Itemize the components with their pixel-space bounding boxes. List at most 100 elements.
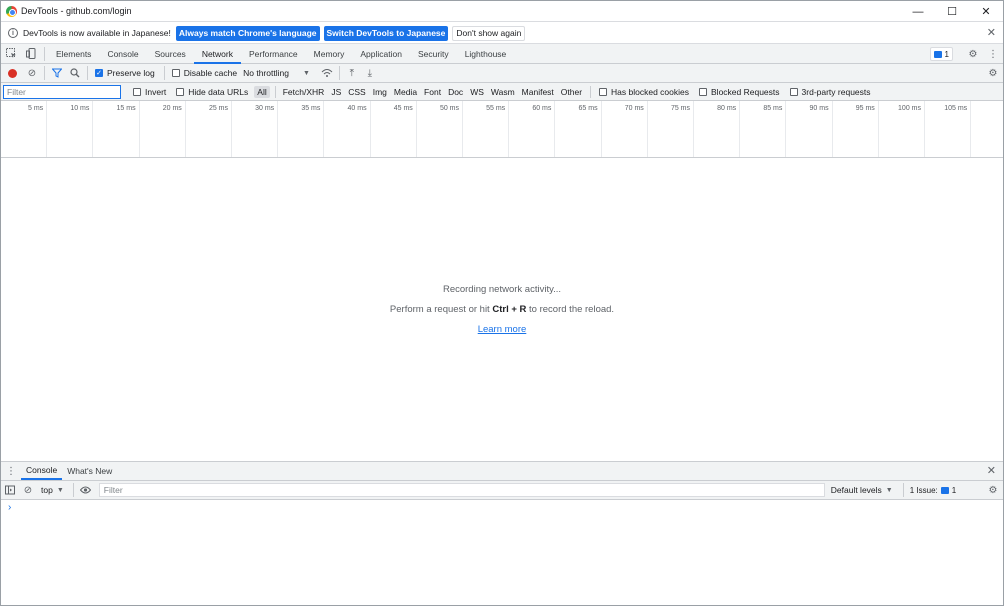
minimize-button[interactable]: — [901, 1, 935, 22]
clear-icon[interactable]: ⊘ [23, 64, 41, 82]
type-filter-font[interactable]: Font [421, 86, 444, 98]
type-filter-doc[interactable]: Doc [445, 86, 466, 98]
chevron-down-icon: ▼ [885, 486, 893, 494]
third-party-requests-label: 3rd-party requests [801, 86, 871, 97]
tab-security[interactable]: Security [410, 44, 457, 64]
timeline-tick: 11 [1, 101, 1003, 157]
language-infobar: i DevTools is now available in Japanese!… [1, 23, 1003, 44]
toolbar-separator [163, 66, 165, 80]
network-overview-timeline[interactable]: 5 ms 10 ms 15 ms 20 ms 25 ms 30 ms 35 ms 40 ms 4… [1, 101, 1003, 158]
type-filter-manifest[interactable]: Manifest [519, 86, 557, 98]
reload-hint-prefix: Perform a request or hit [389, 304, 493, 315]
live-expression-eye-icon[interactable] [77, 481, 95, 499]
checkbox-icon [176, 87, 185, 96]
console-output[interactable]: › [1, 500, 1003, 605]
network-settings-gear-icon[interactable]: ⚙ [983, 64, 1003, 83]
type-filter-other[interactable]: Other [558, 86, 585, 98]
issue-flag-icon [933, 50, 942, 58]
device-toolbar-icon[interactable] [21, 44, 41, 64]
dont-show-again-button[interactable]: Don't show again [452, 25, 526, 41]
disable-cache-checkbox[interactable]: Disable cache [171, 68, 237, 78]
more-options-icon[interactable]: ⋮ [983, 44, 1003, 64]
console-issues-button[interactable]: 1 Issue: 1 [902, 483, 957, 497]
window-title: DevTools - github.com/login [21, 6, 132, 16]
console-toolbar: ⊘ top ▼ Filter Default levels ▼ 1 Issue:… [1, 481, 1003, 500]
inspect-element-icon[interactable] [1, 44, 21, 64]
issues-count: 1 [944, 49, 949, 59]
network-filter-input[interactable]: Filter [3, 84, 121, 99]
chevron-down-icon: ▼ [302, 69, 310, 77]
import-har-icon[interactable]: ⤒ [343, 64, 361, 82]
drawer-close-icon[interactable]: ✕ [987, 464, 996, 477]
drawer-tab-console[interactable]: Console [21, 462, 63, 480]
toolbar-separator [72, 483, 74, 497]
export-har-icon[interactable]: ⤓ [361, 64, 379, 82]
filter-separator [590, 85, 592, 98]
tab-sources[interactable]: Sources [147, 44, 194, 64]
drawer-tabs-bar: ⋮ Console What's New ✕ [1, 461, 1003, 481]
throttling-select[interactable]: No throttling ▼ [243, 68, 310, 78]
issues-counter-button[interactable]: 1 [929, 47, 953, 61]
type-filter-ws[interactable]: WS [467, 86, 487, 98]
clear-console-icon[interactable]: ⊘ [19, 481, 37, 499]
throttling-value: No throttling [243, 68, 289, 78]
tab-network[interactable]: Network [193, 44, 241, 64]
window-controls: — ☐ ✕ [901, 1, 1003, 22]
console-prompt-icon[interactable]: › [8, 502, 11, 513]
console-issues-label: 1 Issue: [909, 485, 938, 495]
recording-message: Recording network activity... [442, 284, 562, 295]
search-icon[interactable] [66, 64, 84, 82]
tabs-separator [44, 46, 45, 61]
console-issues-count: 1 [951, 485, 957, 495]
tab-lighthouse[interactable]: Lighthouse [457, 44, 515, 64]
invert-checkbox[interactable]: Invert [133, 87, 166, 97]
record-icon[interactable] [8, 68, 17, 78]
console-filter-input[interactable]: Filter [98, 483, 825, 497]
console-sidebar-icon[interactable] [1, 481, 19, 499]
type-filter-css[interactable]: CSS [345, 86, 368, 98]
javascript-context-select[interactable]: top ▼ [41, 485, 64, 495]
has-blocked-cookies-checkbox[interactable]: Has blocked cookies [599, 87, 689, 97]
network-conditions-icon[interactable] [318, 64, 336, 82]
preserve-log-checkbox[interactable]: ✓ Preserve log [95, 68, 155, 78]
tab-memory[interactable]: Memory [306, 44, 353, 64]
filter-funnel-icon[interactable] [48, 64, 66, 82]
checkbox-checked-icon: ✓ [95, 69, 103, 77]
drawer-menu-icon[interactable]: ⋮ [1, 461, 21, 481]
type-filter-media[interactable]: Media [391, 86, 420, 98]
infobar-close-icon[interactable]: ✕ [987, 26, 996, 39]
tab-elements[interactable]: Elements [48, 44, 99, 64]
preserve-log-label: Preserve log [107, 68, 155, 78]
learn-more-link[interactable]: Learn more [478, 324, 527, 335]
type-filter-wasm[interactable]: Wasm [488, 86, 518, 98]
blocked-requests-checkbox[interactable]: Blocked Requests [699, 87, 780, 97]
network-filter-bar: Filter Invert Hide data URLs All Fetch/X… [1, 83, 1003, 101]
tab-performance[interactable]: Performance [241, 44, 306, 64]
infobar-message: DevTools is now available in Japanese! [23, 28, 171, 38]
learn-more-row: Learn more [1, 324, 1003, 335]
type-filter-img[interactable]: Img [370, 86, 390, 98]
switch-to-japanese-button[interactable]: Switch DevTools to Japanese [323, 25, 449, 41]
type-filter-js[interactable]: JS [328, 86, 344, 98]
checkbox-icon [599, 87, 608, 96]
type-filter-all[interactable]: All [254, 85, 270, 98]
reload-hint: Perform a request or hit Ctrl + R to rec… [1, 304, 1003, 315]
console-settings-gear-icon[interactable]: ⚙ [983, 481, 1003, 500]
toolbar-separator [87, 66, 88, 80]
type-filter-fetch-xhr[interactable]: Fetch/XHR [280, 86, 328, 98]
settings-gear-icon[interactable]: ⚙ [963, 44, 983, 64]
reload-shortcut: Ctrl + R [492, 304, 527, 315]
maximize-button[interactable]: ☐ [935, 1, 969, 22]
tab-console[interactable]: Console [99, 44, 146, 64]
filter-separator [274, 85, 276, 98]
tab-application[interactable]: Application [352, 44, 410, 64]
close-button[interactable]: ✕ [969, 1, 1003, 22]
always-match-language-button[interactable]: Always match Chrome's language [175, 25, 320, 41]
hide-data-urls-label: Hide data URLs [188, 86, 249, 97]
third-party-requests-checkbox[interactable]: 3rd-party requests [789, 86, 871, 97]
title-bar: DevTools - github.com/login — ☐ ✕ [1, 1, 1003, 22]
context-value: top [41, 485, 53, 495]
drawer-tab-whats-new[interactable]: What's New [62, 462, 117, 480]
hide-data-urls-checkbox[interactable]: Hide data URLs [176, 87, 248, 97]
log-levels-select[interactable]: Default levels ▼ [831, 485, 893, 495]
